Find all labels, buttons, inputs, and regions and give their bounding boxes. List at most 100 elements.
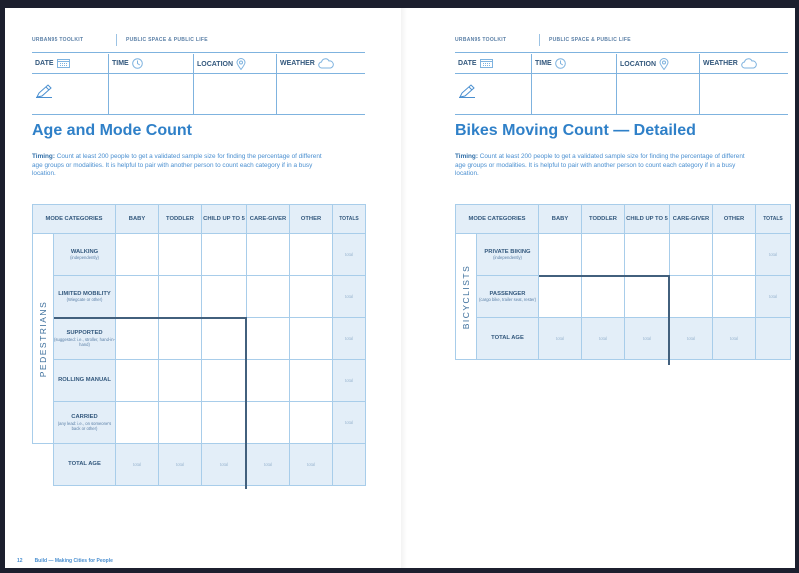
count-cell[interactable]	[115, 317, 159, 360]
section-divider	[539, 275, 670, 277]
column-total-cell[interactable]: total	[115, 443, 159, 486]
count-cell[interactable]	[115, 233, 159, 276]
header-section: PUBLIC SPACE & PUBLIC LIFE	[549, 37, 631, 43]
column-total-cell[interactable]: total	[624, 317, 670, 360]
count-cell[interactable]	[158, 317, 202, 360]
count-cell[interactable]	[289, 233, 333, 276]
header-section: PUBLIC SPACE & PUBLIC LIFE	[126, 37, 208, 43]
count-cell[interactable]	[669, 275, 713, 318]
column-total-cell[interactable]: total	[538, 317, 582, 360]
meta-fields-row: DATE TIME LOCATION WEATHER	[455, 54, 788, 114]
column-header: BABY	[538, 204, 582, 234]
location-field: LOCATION	[194, 54, 277, 114]
count-cell[interactable]	[158, 275, 202, 318]
footer-text: Build — Making Cities for People	[34, 558, 113, 564]
table-header-row: MODE CATEGORIES BABY TODDLER CHILD UP TO…	[32, 204, 366, 234]
column-header: CARE-GIVER	[246, 204, 290, 234]
section-divider	[668, 275, 670, 365]
row-label: ROLLING MANUAL	[53, 359, 116, 402]
column-header: MODE CATEGORIES	[32, 204, 116, 234]
table-row: LIMITED MOBILITY (Wiegcate or other) tota…	[33, 275, 366, 318]
column-total-cell[interactable]: total	[712, 317, 756, 360]
table-row: CARRIED (any lead: i.e., on someone's bac…	[33, 401, 366, 444]
row-total-cell[interactable]: total	[332, 359, 366, 402]
count-cell[interactable]	[115, 275, 159, 318]
page-footer: 12 Build — Making Cities for People	[17, 558, 113, 564]
count-cell[interactable]	[246, 401, 290, 444]
row-label: WALKING (independently)	[53, 233, 116, 276]
pencil-icon	[36, 84, 52, 98]
clock-icon	[554, 58, 566, 69]
column-header: OTHER	[289, 204, 333, 234]
row-label: LIMITED MOBILITY (Wiegcate or other)	[53, 275, 116, 318]
column-header: CHILD UP TO 5	[624, 204, 670, 234]
grand-total-cell[interactable]	[755, 317, 791, 360]
count-cell[interactable]	[201, 359, 247, 402]
clock-icon	[131, 58, 143, 69]
column-total-cell[interactable]: total	[289, 443, 333, 486]
bikes-moving-count-table: MODE CATEGORIES BABY TODDLER CHILD UP TO…	[455, 204, 791, 360]
grand-total-cell[interactable]	[332, 443, 366, 486]
count-cell[interactable]	[538, 275, 582, 318]
meta-fields-row: DATE TIME LOCATION WEATHER	[32, 54, 365, 114]
total-row-label: TOTAL AGE	[476, 317, 539, 360]
calendar-icon	[479, 59, 493, 68]
page-gutter	[401, 8, 407, 568]
count-cell[interactable]	[289, 317, 333, 360]
header-rule	[32, 52, 365, 53]
count-cell[interactable]	[581, 233, 625, 276]
document-spread: URBAN95 TOOLKIT PUBLIC SPACE & PUBLIC LI…	[5, 8, 795, 568]
total-age-row: TOTAL AGE total total total total total	[456, 317, 791, 360]
location-pin-icon	[659, 58, 669, 70]
row-total-cell[interactable]: total	[332, 275, 366, 318]
count-cell[interactable]	[246, 275, 290, 318]
count-cell[interactable]	[289, 359, 333, 402]
count-cell[interactable]	[289, 275, 333, 318]
time-label: TIME	[535, 60, 552, 67]
count-cell[interactable]	[201, 401, 247, 444]
count-cell[interactable]	[289, 401, 333, 444]
count-cell[interactable]	[669, 233, 713, 276]
table-row: BICYCLISTS PRIVATE BIKING (independently)…	[455, 233, 791, 360]
count-cell[interactable]	[581, 275, 625, 318]
count-cell[interactable]	[624, 275, 670, 318]
group-label: BICYCLISTS	[455, 233, 477, 360]
count-cell[interactable]	[115, 401, 159, 444]
row-total-cell[interactable]: total	[755, 233, 791, 276]
count-cell[interactable]	[624, 233, 670, 276]
count-cell[interactable]	[158, 359, 202, 402]
count-cell[interactable]	[712, 233, 756, 276]
row-total-cell[interactable]: total	[332, 233, 366, 276]
row-total-cell[interactable]: total	[332, 401, 366, 444]
column-header: TODDLER	[581, 204, 625, 234]
meta-divider	[32, 73, 365, 74]
count-cell[interactable]	[158, 233, 202, 276]
total-row-label: TOTAL AGE	[53, 443, 116, 486]
count-cell[interactable]	[201, 233, 247, 276]
count-cell[interactable]	[712, 275, 756, 318]
count-cell[interactable]	[201, 317, 247, 360]
column-total-cell[interactable]: total	[246, 443, 290, 486]
column-total-cell[interactable]: total	[581, 317, 625, 360]
count-cell[interactable]	[246, 359, 290, 402]
count-cell[interactable]	[538, 233, 582, 276]
running-header: URBAN95 TOOLKIT PUBLIC SPACE & PUBLIC LI…	[455, 34, 785, 46]
header-separator	[539, 34, 540, 46]
timing-label: Timing:	[32, 153, 55, 160]
meta-bottom-rule	[455, 114, 788, 115]
column-total-cell[interactable]: total	[201, 443, 247, 486]
row-total-cell[interactable]: total	[755, 275, 791, 318]
count-cell[interactable]	[246, 317, 290, 360]
table-row: SUPPORTED (suggested: i.e., stroller, han…	[33, 317, 366, 360]
age-mode-count-table: MODE CATEGORIES BABY TODDLER CHILD UP TO…	[32, 204, 366, 486]
count-cell[interactable]	[201, 275, 247, 318]
weather-field: WEATHER	[700, 54, 788, 114]
column-total-cell[interactable]: total	[158, 443, 202, 486]
column-total-cell[interactable]: total	[669, 317, 713, 360]
count-cell[interactable]	[158, 401, 202, 444]
location-label: LOCATION	[197, 60, 234, 68]
count-cell[interactable]	[115, 359, 159, 402]
count-cell[interactable]	[246, 233, 290, 276]
header-series: URBAN95 TOOLKIT	[455, 37, 507, 43]
row-total-cell[interactable]: total	[332, 317, 366, 360]
